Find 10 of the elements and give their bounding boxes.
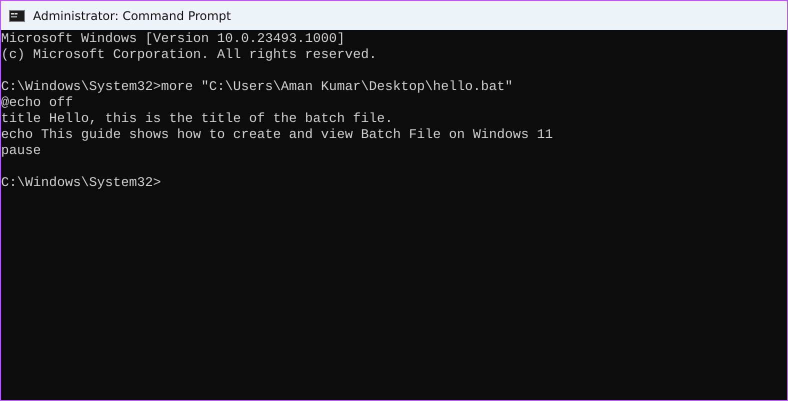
console-line: Microsoft Windows [Version 10.0.23493.1000] — [1, 32, 345, 48]
console-line: pause — [1, 144, 41, 160]
console-line: @echo off — [1, 96, 73, 112]
console-line: title Hello, this is the title of the batch file. — [1, 112, 393, 128]
window-title: Administrator: Command Prompt — [33, 8, 231, 22]
console-line: C:\Windows\System32> — [1, 176, 161, 192]
console-line: C:\Windows\System32>more "C:\Users\Aman Kumar\Desktop\hello.bat" — [1, 80, 513, 96]
terminal-icon — [9, 10, 25, 22]
console-line: echo This guide shows how to create and view Batch File on Windows 11 — [1, 128, 553, 144]
console-line: (c) Microsoft Corporation. All rights reserved. — [1, 48, 377, 64]
